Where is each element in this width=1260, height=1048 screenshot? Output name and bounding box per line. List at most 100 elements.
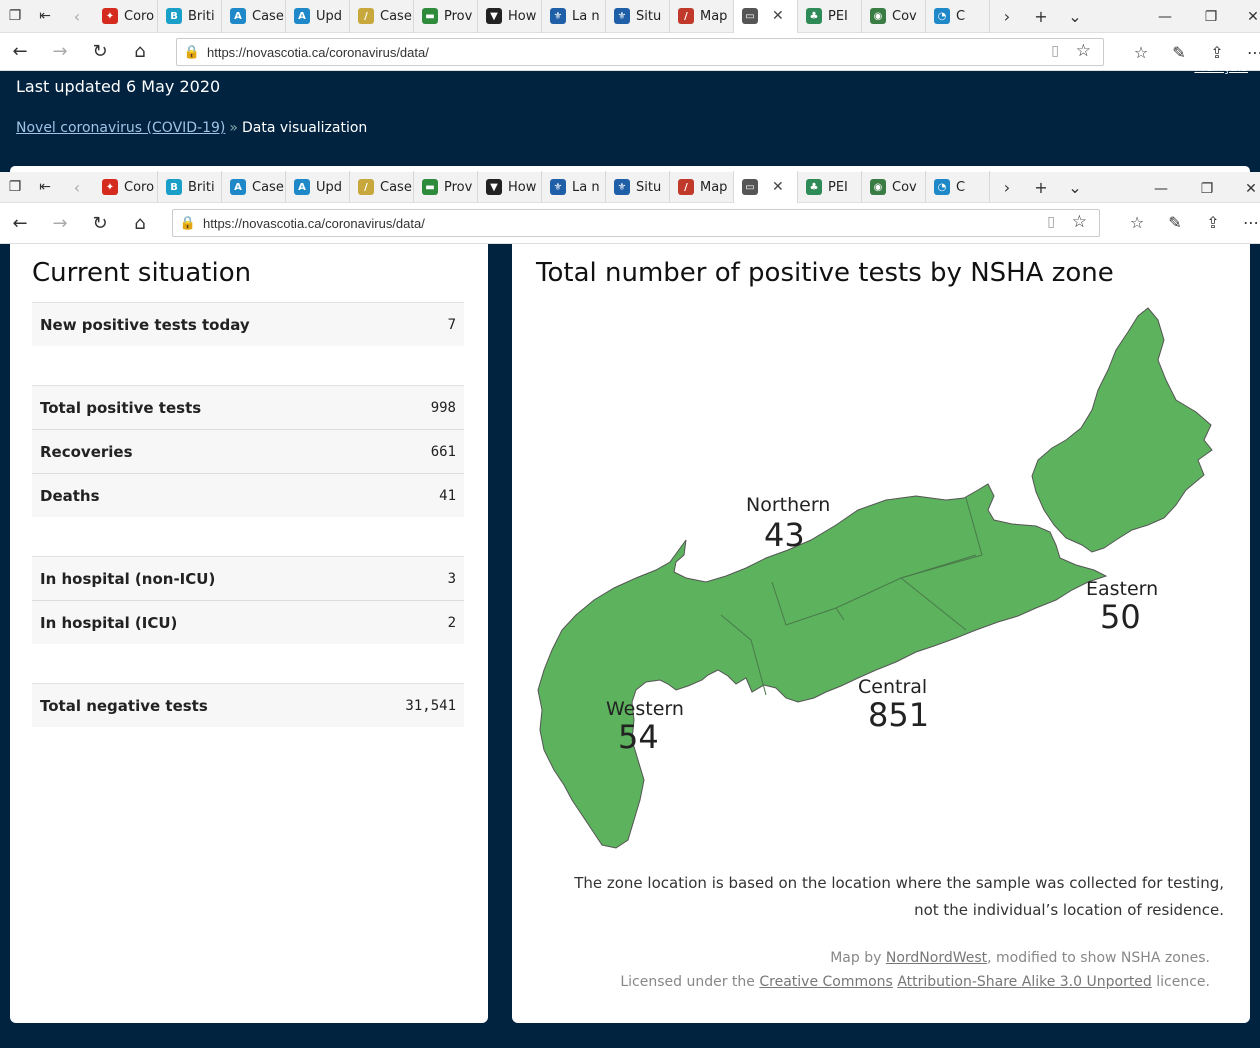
browser-tab-2[interactable]: / Case [350, 170, 414, 204]
restore-icon-2[interactable]: ❐ [1184, 172, 1230, 205]
tab-label: Situ [636, 179, 662, 195]
new-tab-icon[interactable]: + [1024, 0, 1058, 33]
refresh-icon[interactable]: ↻ [80, 33, 120, 71]
tab-menu-chevron-icon-2[interactable]: ⌄ [1058, 171, 1092, 204]
browser-tab-2[interactable]: ♣ PEI [798, 170, 862, 204]
tab-label: PEI [828, 8, 848, 24]
address-bar-row: ← → ↻ ⌂ 🔒 https://novascotia.ca/coronavi… [0, 33, 1260, 71]
browser-tab-2[interactable]: B Briti [158, 170, 222, 204]
browser-tab[interactable]: ◉ Cov [862, 0, 926, 33]
home-icon[interactable]: ⌂ [120, 33, 160, 71]
tab-favicon-icon: ♣ [806, 179, 822, 195]
set-aside-tabs-icon[interactable]: ⇤ [30, 0, 60, 33]
tab-menu-chevron-icon[interactable]: ⌄ [1058, 0, 1092, 33]
browser-tab[interactable]: / Map [670, 0, 734, 33]
browser-tab-2[interactable]: ⚜ Situ [606, 170, 670, 204]
browser-tab[interactable]: ▼ How [478, 0, 542, 33]
close-window-icon[interactable]: ✕ [1230, 0, 1260, 33]
browser-tab[interactable]: ◔ C [926, 0, 990, 33]
browser-tab[interactable]: ▭ ✕ [734, 0, 798, 33]
back-icon-2[interactable]: ← [0, 204, 40, 242]
browser-tab[interactable]: B Briti [158, 0, 222, 33]
tab-close-icon[interactable]: ✕ [772, 179, 784, 195]
address-field-2[interactable]: 🔒 https://novascotia.ca/coronavirus/data… [172, 209, 1100, 237]
browser-chrome-front: ❐ ⇤ ‹ ✦ Coro B Briti A Case A Upd / Case ▬ Prov ▼ How… [0, 170, 1260, 244]
close-window-icon-2[interactable]: ✕ [1228, 172, 1260, 205]
browser-tab-2[interactable]: A Case [222, 170, 286, 204]
zone-name-western: Western [606, 698, 684, 720]
tab-favicon-icon: ⚜ [614, 179, 630, 195]
breadcrumb-current: Data visualization [241, 120, 368, 136]
browser-tab[interactable]: ⚜ La n [542, 0, 606, 33]
tab-favicon-icon: B [166, 179, 182, 195]
address-bar-row-2: ← → ↻ ⌂ 🔒 https://novascotia.ca/coronavi… [0, 203, 1260, 244]
new-tab-icon-2[interactable]: + [1024, 171, 1058, 204]
home-icon-2[interactable]: ⌂ [120, 204, 160, 242]
browser-tab[interactable]: ✦ Coro [94, 0, 158, 33]
browser-tab-2[interactable]: ▬ Prov [414, 170, 478, 204]
license-cc-link[interactable]: Creative Commons [759, 974, 893, 990]
restore-icon[interactable]: ❐ [1188, 0, 1234, 33]
tab-label: C [956, 179, 966, 195]
browser-tab-2[interactable]: ▭ ✕ [734, 170, 798, 204]
forward-icon[interactable]: → [40, 33, 80, 71]
browser-tab[interactable]: ♣ PEI [798, 0, 862, 33]
tab-actions-icon-2[interactable]: ❐ [0, 171, 30, 204]
tab-strip: ❐ ⇤ ‹ ✦ Coro B Briti A Case A Upd / Case ▬ Prov ▼ How… [0, 0, 1260, 33]
breadcrumb-link-covid[interactable]: Novel coronavirus (COVID-19) [16, 120, 225, 136]
license-bysa-link[interactable]: Attribution-Share Alike 3.0 Unported [897, 974, 1152, 990]
tab-list: ✦ Coro B Briti A Case A Upd / Case ▬ Prov ▼ How ⚜ La n ⚜… [94, 0, 990, 33]
favorites-icon-2[interactable]: ☆ [1118, 213, 1156, 232]
zone-name-northern: Northern [746, 494, 831, 516]
stat-value: 998 [430, 399, 456, 416]
browser-tab[interactable]: A Case [222, 0, 286, 33]
tab-label: Cov [892, 8, 917, 24]
minimize-icon-2[interactable]: — [1138, 172, 1184, 205]
tab-scroll-left-icon[interactable]: ‹ [60, 0, 94, 33]
more-icon-2[interactable]: ⋯ [1232, 213, 1260, 232]
share-icon[interactable]: ⇪ [1198, 43, 1236, 62]
browser-tab-2[interactable]: ✦ Coro [94, 170, 158, 204]
browser-tab-2[interactable]: ◉ Cov [862, 170, 926, 204]
notes-icon[interactable]: ✎ [1160, 43, 1198, 62]
credit-author-link[interactable]: NordNordWest [886, 950, 987, 966]
browser-tab[interactable]: A Upd [286, 0, 350, 33]
refresh-icon-2[interactable]: ↻ [80, 204, 120, 242]
francais-link[interactable]: Français [1194, 60, 1248, 75]
browser-tab-2[interactable]: ▼ How [478, 170, 542, 204]
browser-tab[interactable]: / Case [350, 0, 414, 33]
set-aside-tabs-icon-2[interactable]: ⇤ [30, 171, 60, 204]
favorites-icon[interactable]: ☆ [1122, 43, 1160, 62]
tab-actions-icon[interactable]: ❐ [0, 0, 30, 33]
favorite-star-icon[interactable]: ☆ [1076, 41, 1091, 61]
minimize-icon[interactable]: — [1142, 0, 1188, 33]
tab-close-icon[interactable]: ✕ [772, 8, 784, 24]
browser-tab-2[interactable]: ⚜ La n [542, 170, 606, 204]
reading-view-icon-2[interactable]: ▯ [1047, 214, 1055, 230]
tab-label: Cov [892, 179, 917, 195]
share-icon-2[interactable]: ⇪ [1194, 213, 1232, 232]
tab-favicon-icon: ▬ [422, 179, 438, 195]
tab-scroll-right-icon-2[interactable]: › [990, 171, 1024, 204]
browser-tab-2[interactable]: ◔ C [926, 170, 990, 204]
stat-row: Recoveries 661 [32, 429, 464, 473]
favorite-star-icon-2[interactable]: ☆ [1072, 212, 1087, 232]
browser-tab-2[interactable]: A Upd [286, 170, 350, 204]
nova-scotia-map: Northern 43 Eastern 50 Central 851 Western 54 [536, 300, 1226, 860]
browser-tab[interactable]: ▬ Prov [414, 0, 478, 33]
tab-scroll-right-icon[interactable]: › [990, 0, 1024, 33]
back-icon[interactable]: ← [0, 33, 40, 71]
notes-icon-2[interactable]: ✎ [1156, 213, 1194, 232]
reading-view-icon[interactable]: ▯ [1051, 43, 1059, 59]
forward-icon-2[interactable]: → [40, 204, 80, 242]
browser-tab[interactable]: ⚜ Situ [606, 0, 670, 33]
map-credit: Map by NordNordWest, modified to show NS… [550, 946, 1210, 994]
tab-label: Map [700, 179, 728, 195]
tab-favicon-icon: / [358, 179, 374, 195]
address-field[interactable]: 🔒 https://novascotia.ca/coronavirus/data… [176, 38, 1104, 66]
more-icon[interactable]: ⋯ [1236, 43, 1260, 62]
stat-value: 31,541 [405, 697, 456, 714]
browser-tab-2[interactable]: / Map [670, 170, 734, 204]
tab-label: Case [380, 8, 412, 24]
tab-scroll-left-icon-2[interactable]: ‹ [60, 171, 94, 204]
